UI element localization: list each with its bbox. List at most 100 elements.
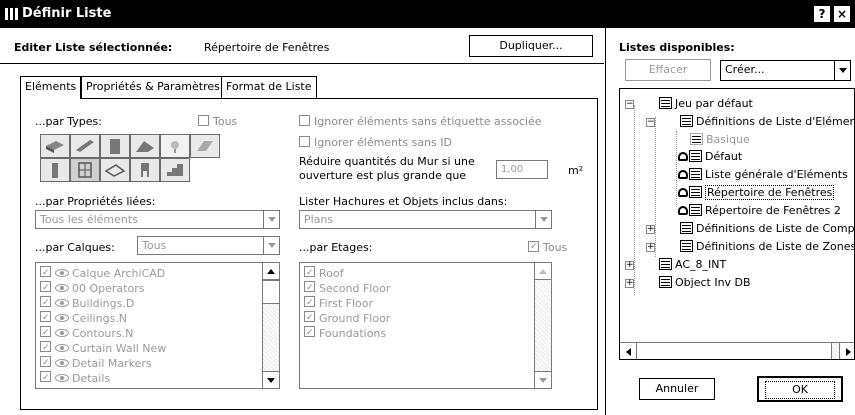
scroll-down-icon[interactable] bbox=[535, 371, 551, 388]
duplicate-button[interactable]: Dupliquer... bbox=[469, 35, 593, 57]
reduce-value-input[interactable]: 1,00 bbox=[496, 160, 548, 179]
layer-item[interactable]: Calque ArchiCAD bbox=[40, 266, 262, 281]
stories-all-label: Tous bbox=[543, 241, 568, 254]
document-set-icon bbox=[659, 276, 672, 288]
scroll-down-icon[interactable] bbox=[263, 371, 279, 388]
stories-items: Roof Second Floor First Floor Ground Flo… bbox=[304, 266, 534, 341]
available-lists-tree[interactable]: − Jeu par défaut − Définitions de Liste … bbox=[619, 88, 855, 360]
tab-list-format[interactable]: Format de Liste bbox=[221, 76, 317, 98]
hatches-label: Lister Hachures et Objets inclus dans: bbox=[299, 195, 508, 208]
header-divider bbox=[0, 63, 604, 64]
layer-item[interactable]: Details bbox=[40, 371, 262, 386]
panel-divider bbox=[605, 28, 606, 415]
eye-icon bbox=[55, 314, 69, 322]
expand-icon[interactable]: + bbox=[646, 243, 655, 252]
tree-item-basic[interactable]: Basique bbox=[690, 131, 750, 149]
expand-icon[interactable]: + bbox=[625, 279, 634, 288]
tree-item-default-set[interactable]: − Jeu par défaut bbox=[625, 95, 753, 113]
reduce-wall-line1: Réduire quantités du Mur si une bbox=[299, 155, 475, 168]
story-item[interactable]: Foundations bbox=[304, 326, 534, 341]
edit-list-label: Editer Liste sélectionnée: bbox=[14, 41, 173, 54]
tree-item-zone-definitions[interactable]: + Définitions de Liste de Zones bbox=[646, 238, 854, 256]
stories-all-checkbox[interactable]: Tous bbox=[528, 241, 567, 254]
slab-tool-icon[interactable] bbox=[190, 134, 220, 158]
tree-item-element-definitions[interactable]: − Définitions de Liste d'Eléments bbox=[646, 113, 854, 131]
scroll-left-icon[interactable] bbox=[620, 343, 637, 359]
stories-label: ...par Etages: bbox=[299, 241, 373, 254]
wall-tool-icon[interactable] bbox=[40, 134, 70, 158]
collapse-icon[interactable]: − bbox=[646, 118, 655, 127]
stories-scrollbar[interactable] bbox=[534, 263, 551, 388]
checkbox-icon bbox=[198, 115, 209, 126]
folder-list-icon bbox=[680, 240, 693, 252]
tree-item-component-definitions[interactable]: + Définitions de Liste de Composants bbox=[646, 220, 854, 238]
delete-button[interactable]: Effacer bbox=[625, 59, 711, 81]
hatches-select[interactable]: Plans bbox=[299, 210, 552, 229]
expand-icon[interactable]: + bbox=[625, 261, 634, 270]
help-button[interactable]: ? bbox=[814, 6, 830, 22]
chair-tool-icon[interactable] bbox=[130, 158, 160, 182]
layer-item[interactable]: Detail Markers bbox=[40, 356, 262, 371]
layers-list[interactable]: Calque ArchiCAD 00 Operators Buildings.D… bbox=[35, 262, 280, 389]
close-button[interactable]: × bbox=[834, 6, 850, 22]
ignore-no-label-checkbox[interactable]: Ignorer éléments sans étiquette associée bbox=[299, 115, 542, 128]
scroll-up-icon[interactable] bbox=[263, 263, 279, 280]
tree-item-ac8-int[interactable]: + AC_8_INT bbox=[625, 256, 726, 274]
tree-item-window-schedule-2[interactable]: Répertoire de Fenêtres 2 bbox=[678, 202, 841, 220]
checkbox-icon bbox=[299, 136, 310, 147]
scroll-right-icon[interactable] bbox=[839, 343, 854, 359]
story-item[interactable]: First Floor bbox=[304, 296, 534, 311]
layers-items: Calque ArchiCAD 00 Operators Buildings.D… bbox=[40, 266, 262, 386]
list-icon bbox=[689, 204, 702, 216]
door-tool-icon[interactable] bbox=[100, 134, 130, 158]
layers-value: Tous bbox=[142, 239, 167, 252]
stories-list[interactable]: Roof Second Floor First Floor Ground Flo… bbox=[299, 262, 552, 389]
story-item[interactable]: Second Floor bbox=[304, 281, 534, 296]
ok-button[interactable]: OK bbox=[757, 376, 843, 402]
eye-icon bbox=[55, 359, 69, 367]
layer-item[interactable]: 00 Operators bbox=[40, 281, 262, 296]
types-all-checkbox[interactable]: Tous bbox=[198, 115, 237, 128]
lock-icon bbox=[678, 188, 688, 197]
chevron-down-icon bbox=[535, 211, 551, 228]
window-tool-icon[interactable] bbox=[70, 158, 100, 182]
lamp-tool-icon[interactable] bbox=[160, 134, 190, 158]
layer-item[interactable]: Buildings.D bbox=[40, 296, 262, 311]
selected-list-name: Répertoire de Fenêtres bbox=[204, 41, 330, 54]
layer-item[interactable]: Ceilings.N bbox=[40, 311, 262, 326]
story-item[interactable]: Ground Floor bbox=[304, 311, 534, 326]
tree-item-default[interactable]: Défaut bbox=[678, 148, 742, 166]
column-tool-icon[interactable] bbox=[40, 158, 70, 182]
types-label: ...par Types: bbox=[35, 115, 102, 128]
stair-tool-icon[interactable] bbox=[160, 158, 190, 182]
mesh-tool-icon[interactable] bbox=[100, 158, 130, 182]
hatches-value: Plans bbox=[304, 213, 334, 226]
beam-tool-icon[interactable] bbox=[70, 134, 100, 158]
scroll-thumb[interactable] bbox=[637, 343, 832, 359]
layers-scrollbar[interactable] bbox=[262, 263, 279, 388]
ignore-no-id-checkbox[interactable]: Ignorer éléments sans ID bbox=[299, 136, 452, 149]
layer-item[interactable]: Curtain Wall New bbox=[40, 341, 262, 356]
scroll-up-icon[interactable] bbox=[535, 263, 551, 280]
eye-icon bbox=[55, 299, 69, 307]
linked-props-label: ...par Propriétés liées: bbox=[35, 195, 156, 208]
create-select[interactable]: Créer... bbox=[720, 60, 851, 81]
layers-select[interactable]: Tous bbox=[137, 236, 280, 255]
roof-tool-icon[interactable] bbox=[130, 134, 160, 158]
tree-item-window-schedule[interactable]: Répertoire de Fenêtres bbox=[678, 184, 835, 202]
tree-hscrollbar[interactable] bbox=[620, 342, 854, 359]
tree-item-general-list[interactable]: Liste générale d'Eléments bbox=[678, 166, 848, 184]
story-item[interactable]: Roof bbox=[304, 266, 534, 281]
tab-properties[interactable]: Propriétés & Paramètres bbox=[81, 76, 225, 98]
folder-list-icon bbox=[680, 222, 693, 234]
tab-elements[interactable]: Eléments bbox=[20, 76, 82, 99]
layer-item[interactable]: Contours.N bbox=[40, 326, 262, 341]
expand-icon[interactable]: + bbox=[646, 225, 655, 234]
cancel-button[interactable]: Annuler bbox=[639, 378, 715, 400]
linked-props-select[interactable]: Tous les éléments bbox=[35, 210, 280, 229]
scroll-thumb[interactable] bbox=[263, 280, 279, 304]
list-icon bbox=[689, 168, 702, 180]
ignore-no-id-text: Ignorer éléments sans ID bbox=[314, 136, 452, 149]
tree-item-object-inv-db[interactable]: + Object Inv DB bbox=[625, 274, 751, 292]
collapse-icon[interactable]: − bbox=[625, 100, 634, 109]
